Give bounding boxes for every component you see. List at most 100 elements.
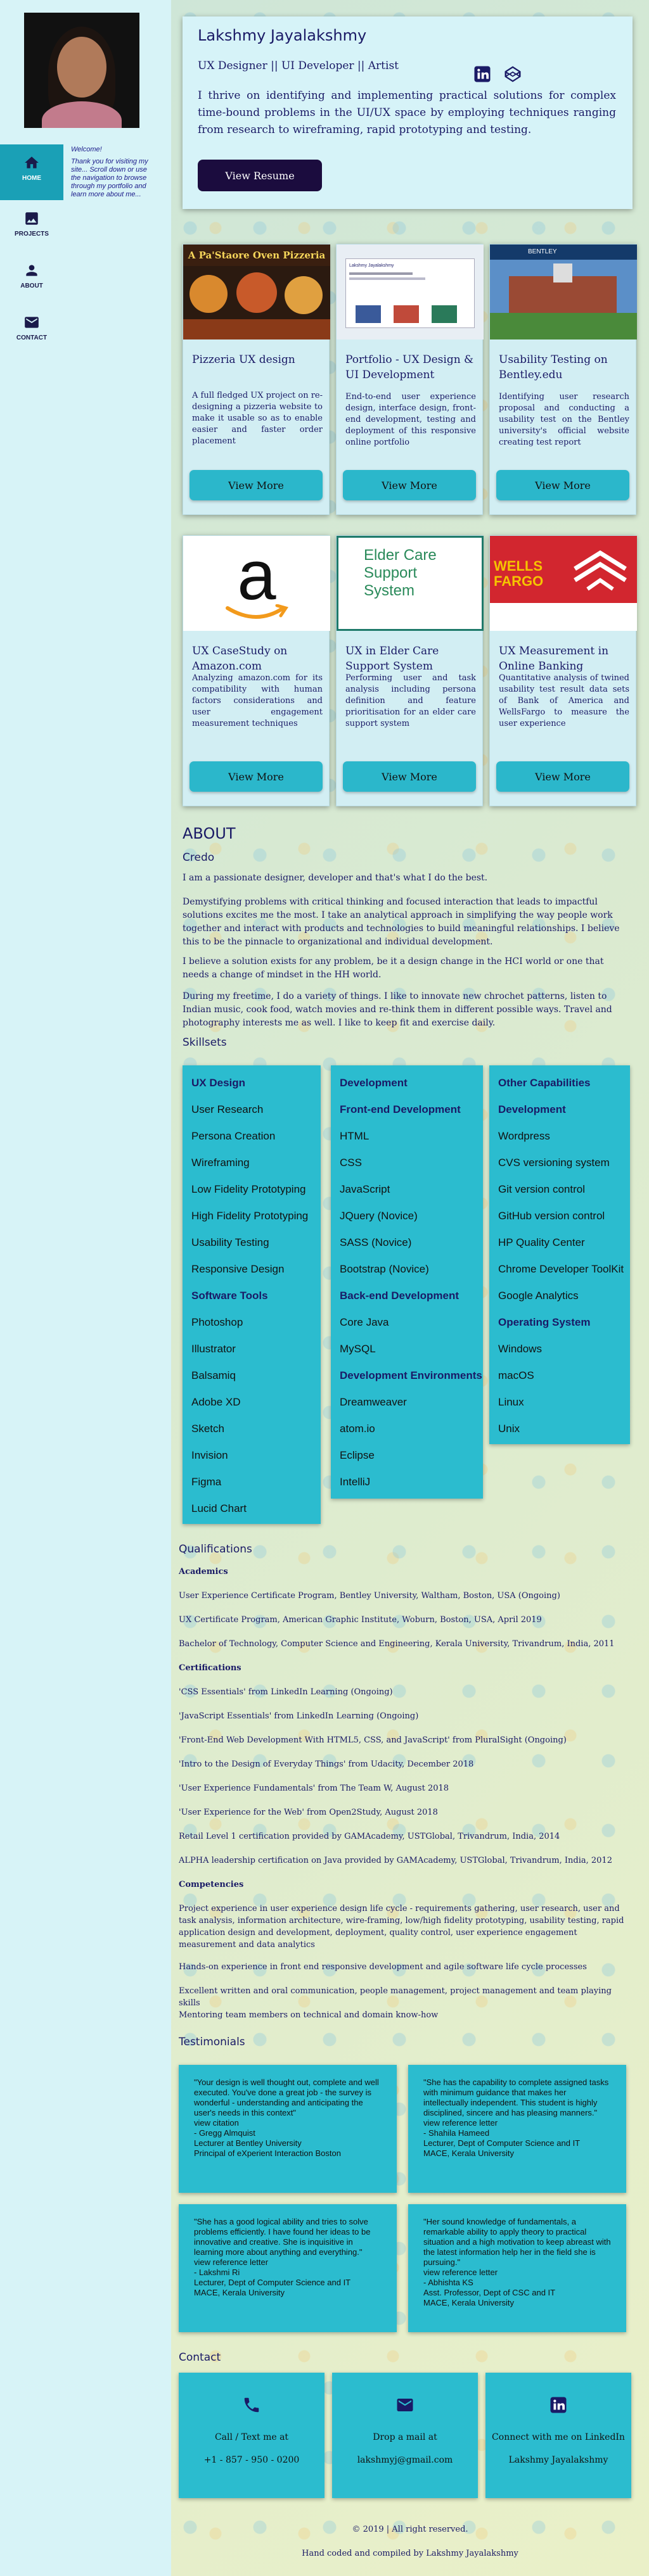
skill-item: Front-end Development <box>340 1103 461 1115</box>
project-card-portfolio: Lakshmy Jayalakshmy Portfolio - UX Desig… <box>336 244 484 515</box>
skill-item: Google Analytics <box>498 1290 579 1302</box>
project-title: Pizzeria UX design <box>192 353 295 366</box>
amazon-smile-icon <box>226 604 288 619</box>
nav-about[interactable]: ABOUT <box>0 252 63 308</box>
project-title: Usability Testing on Bentley.edu <box>499 353 608 381</box>
nav-contact[interactable]: CONTACT <box>0 304 63 360</box>
contact-heading: Contact <box>179 2351 221 2364</box>
project-title: UX in Elder Care Support System <box>345 645 439 673</box>
view-resume-button[interactable]: View Resume <box>198 160 322 191</box>
skill-item: GitHub version control <box>498 1210 605 1222</box>
competency-item: Mentoring team members on technical and … <box>179 2010 439 2020</box>
skills-heading: Skillsets <box>183 1036 227 1049</box>
portfolio-thumbnail[interactable]: Lakshmy Jayalakshmy <box>337 244 484 339</box>
project-card-pizzeria: A Pa'Staore Oven Pizzeria Pizzeria UX de… <box>183 244 330 515</box>
nav-home[interactable]: HOME <box>0 144 63 200</box>
contact-linkedin-label: Connect with me on LinkedIn <box>492 2432 625 2442</box>
pizzeria-logo-text: A Pa'Staore Oven Pizzeria <box>183 244 330 266</box>
skills-column-other: Other Capabilities Development Wordpress CV… <box>489 1065 630 1444</box>
certification-item: 'Intro to the Design of Everyday Things'… <box>179 1760 474 1769</box>
sidebar: HOME PROJECTS ABOUT CONTACT Welcome! Tha… <box>0 0 171 2576</box>
testimonial-card: "Her sound knowledge of fundamentals, a … <box>408 2204 626 2332</box>
academics-heading: Academics <box>179 1567 228 1577</box>
contact-card-phone[interactable]: Call / Text me at +1 - 857 - 950 - 0200 <box>179 2373 324 2498</box>
competency-item: Excellent written and oral communication… <box>179 1986 612 2008</box>
view-more-button[interactable]: View More <box>190 761 323 792</box>
certification-item: 'Front-End Web Development With HTML5, C… <box>179 1735 567 1745</box>
skill-item: Chrome Developer ToolKit <box>498 1263 624 1275</box>
project-card-amazon: a UX CaseStudy on Amazon.com Analyzing a… <box>183 535 330 806</box>
home-icon <box>25 156 39 168</box>
skill-item: macOS <box>498 1369 534 1381</box>
about-paragraph: Demystifying problems with critical thin… <box>183 897 620 947</box>
skill-item: UX Design <box>191 1077 246 1089</box>
testimonial-card: "She has the capability to complete assi… <box>408 2065 626 2193</box>
project-desc: Performing user and task analysis includ… <box>345 673 476 728</box>
project-card-bentley: BENTLEY Usability Testing on Bentley.edu… <box>489 244 637 515</box>
skill-item: Persona Creation <box>191 1130 276 1142</box>
skill-item: Development Environments <box>340 1369 482 1381</box>
contact-linkedin-name[interactable]: Lakshmy Jayalakshmy <box>485 2455 631 2465</box>
codepen-icon[interactable] <box>503 65 522 84</box>
amazon-thumbnail[interactable]: a <box>183 536 330 631</box>
view-more-button[interactable]: View More <box>343 761 476 792</box>
certification-item: 'User Experience for the Web' from Open2… <box>179 1808 438 1817</box>
skill-item: Invision <box>191 1449 228 1461</box>
skill-item: Wireframing <box>191 1157 250 1169</box>
skill-item: Development <box>340 1077 408 1089</box>
project-title: Portfolio - UX Design & UI Development <box>345 353 474 381</box>
bentley-thumbnail[interactable]: BENTLEY <box>490 244 637 339</box>
image-icon <box>25 212 38 225</box>
skill-item: SASS (Novice) <box>340 1236 412 1248</box>
pizzeria-thumbnail[interactable]: A Pa'Staore Oven Pizzeria <box>183 244 330 339</box>
portfolio-thumb-text: Lakshmy Jayalakshmy <box>349 263 394 268</box>
project-card-eldercare: Elder Care Support System UX in Elder Ca… <box>336 535 484 806</box>
linkedin-icon[interactable] <box>473 65 492 84</box>
skill-item: HP Quality Center <box>498 1236 585 1248</box>
about-paragraph: During my freetime, I do a variety of th… <box>183 991 612 1028</box>
skill-item: Linux <box>498 1396 524 1408</box>
skill-item: Photoshop <box>191 1316 243 1328</box>
amazon-logo-letter: a <box>237 536 276 614</box>
footer-copyright: © 2019 | All right reserved. <box>352 2525 468 2534</box>
skill-item: Bootstrap (Novice) <box>340 1263 429 1275</box>
skill-item: High Fidelity Prototyping <box>191 1210 309 1222</box>
nav-about-label: ABOUT <box>20 282 43 289</box>
skill-item: Unix <box>498 1423 520 1435</box>
certification-item: 'CSS Essentials' from LinkedIn Learning … <box>179 1687 393 1697</box>
skill-item: Low Fidelity Prototyping <box>191 1183 306 1195</box>
skill-item: Figma <box>191 1476 222 1488</box>
view-more-button[interactable]: View More <box>496 470 629 500</box>
hero-name: Lakshmy Jayalakshmy <box>198 27 367 44</box>
qualification-item: Bachelor of Technology, Computer Science… <box>179 1639 615 1649</box>
view-more-button[interactable]: View More <box>496 761 629 792</box>
welcome-title: Welcome! <box>71 146 102 153</box>
skill-item: Core Java <box>340 1316 389 1328</box>
contact-card-linkedin[interactable]: Connect with me on LinkedIn Lakshmy Jaya… <box>485 2373 631 2498</box>
skill-item: atom.io <box>340 1423 375 1435</box>
project-title: UX CaseStudy on Amazon.com <box>192 645 288 673</box>
contact-card-email[interactable]: Drop a mail at lakshmyj@gmail.com <box>332 2373 478 2498</box>
competency-item: Hands-on experience in front end respons… <box>179 1962 587 1972</box>
skill-item: HTML <box>340 1130 369 1142</box>
testimonial-card: "Your design is well thought out, comple… <box>179 2065 397 2193</box>
contact-email-address[interactable]: lakshmyj@gmail.com <box>332 2455 478 2465</box>
nav-contact-label: CONTACT <box>16 334 48 341</box>
view-more-button[interactable]: View More <box>343 470 476 500</box>
contact-call-label: Call / Text me at <box>214 2432 289 2442</box>
skill-item: Other Capabilities <box>498 1077 591 1089</box>
skill-item: IntelliJ <box>340 1476 371 1488</box>
wellsfargo-logo-text: WELLS FARGO <box>494 558 544 589</box>
project-desc: End-to-end user experience design, inter… <box>345 392 476 447</box>
nav-projects[interactable]: PROJECTS <box>0 200 63 256</box>
skill-item: User Research <box>191 1103 264 1115</box>
banking-thumbnail[interactable]: WELLS FARGO <box>490 536 637 631</box>
eldercare-thumbnail[interactable]: Elder Care Support System <box>337 536 484 631</box>
mail-icon <box>397 2399 413 2411</box>
contact-phone-number[interactable]: +1 - 857 - 950 - 0200 <box>179 2455 324 2465</box>
nav-home-label: HOME <box>22 175 41 182</box>
phone-icon <box>244 2397 259 2413</box>
view-more-button[interactable]: View More <box>190 470 323 500</box>
skill-item: Usability Testing <box>191 1236 269 1248</box>
skill-item: JQuery (Novice) <box>340 1210 418 1222</box>
